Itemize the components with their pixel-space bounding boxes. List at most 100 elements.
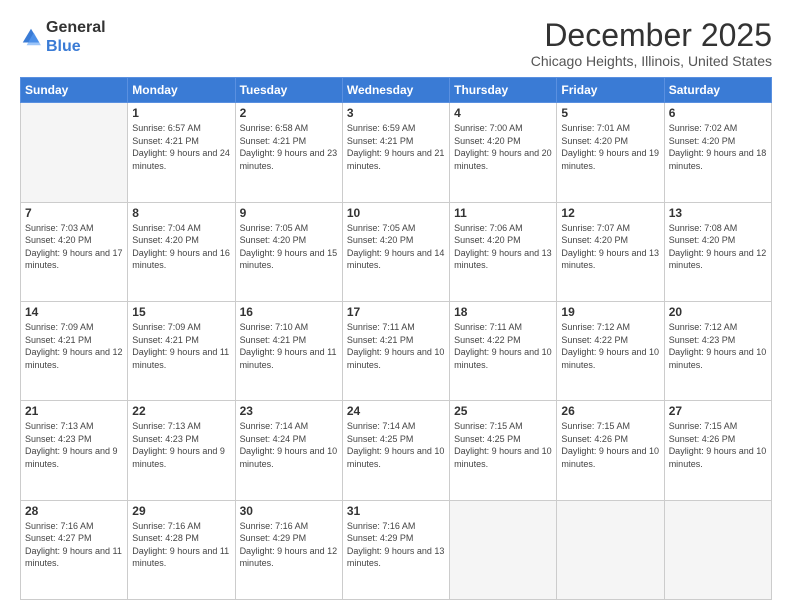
day-number: 4 xyxy=(454,106,552,120)
day-info: Sunrise: 7:14 AMSunset: 4:25 PMDaylight:… xyxy=(347,420,445,470)
daylight-text: Daylight: 9 hours and 17 minutes. xyxy=(25,248,123,271)
calendar-cell: 27Sunrise: 7:15 AMSunset: 4:26 PMDayligh… xyxy=(664,401,771,500)
calendar-cell: 23Sunrise: 7:14 AMSunset: 4:24 PMDayligh… xyxy=(235,401,342,500)
day-info: Sunrise: 7:16 AMSunset: 4:28 PMDaylight:… xyxy=(132,520,230,570)
day-info: Sunrise: 7:08 AM Sunset: 4:20 PM Daylight:… xyxy=(669,222,767,272)
sunset-text: Sunset: 4:20 PM xyxy=(669,235,736,245)
day-number: 1 xyxy=(132,106,230,120)
calendar-cell: 12Sunrise: 7:07 AMSunset: 4:20 PMDayligh… xyxy=(557,202,664,301)
calendar-week-3: 14Sunrise: 7:09 AMSunset: 4:21 PMDayligh… xyxy=(21,301,772,400)
day-number: 21 xyxy=(25,404,123,418)
sunrise-text: Sunrise: 6:57 AM xyxy=(132,123,201,133)
day-info: Sunrise: 7:07 AMSunset: 4:20 PMDaylight:… xyxy=(561,222,659,272)
day-info: Sunrise: 7:15 AMSunset: 4:26 PMDaylight:… xyxy=(561,420,659,470)
day-number: 30 xyxy=(240,504,338,518)
day-info: Sunrise: 6:59 AMSunset: 4:21 PMDaylight:… xyxy=(347,122,445,172)
sunrise-text: Sunrise: 7:11 AM xyxy=(454,322,522,332)
sunrise-text: Sunrise: 7:16 AM xyxy=(132,521,201,531)
day-number: 19 xyxy=(561,305,659,319)
calendar-cell: 13Sunrise: 7:08 AMSunset: 4:20 PMDayligh… xyxy=(664,202,771,301)
sunset-text: Sunset: 4:21 PM xyxy=(240,136,307,146)
daylight-text: Daylight: 9 hours and 12 minutes. xyxy=(240,546,338,569)
calendar-header-saturday: Saturday xyxy=(664,78,771,103)
sunrise-text: Sunrise: 7:04 AM xyxy=(132,223,201,233)
month-title: December 2025 xyxy=(531,18,772,53)
daylight-text: Daylight: 9 hours and 12 minutes. xyxy=(25,347,123,370)
calendar-cell: 16Sunrise: 7:10 AMSunset: 4:21 PMDayligh… xyxy=(235,301,342,400)
day-number: 9 xyxy=(240,206,338,220)
calendar-cell: 17Sunrise: 7:11 AMSunset: 4:21 PMDayligh… xyxy=(342,301,449,400)
calendar-cell: 7Sunrise: 7:03 AMSunset: 4:20 PMDaylight… xyxy=(21,202,128,301)
sunset-text: Sunset: 4:20 PM xyxy=(347,235,414,245)
daylight-text: Daylight: 9 hours and 16 minutes. xyxy=(132,248,230,271)
location: Chicago Heights, Illinois, United States xyxy=(531,53,772,69)
day-info: Sunrise: 7:15 AMSunset: 4:25 PMDaylight:… xyxy=(454,420,552,470)
calendar-header-monday: Monday xyxy=(128,78,235,103)
day-info: Sunrise: 6:57 AMSunset: 4:21 PMDaylight:… xyxy=(132,122,230,172)
calendar-header-sunday: Sunday xyxy=(21,78,128,103)
day-number: 20 xyxy=(669,305,767,319)
calendar-table: SundayMondayTuesdayWednesdayThursdayFrid… xyxy=(20,77,772,600)
day-info: Sunrise: 7:12 AMSunset: 4:22 PMDaylight:… xyxy=(561,321,659,371)
calendar-cell: 15Sunrise: 7:09 AMSunset: 4:21 PMDayligh… xyxy=(128,301,235,400)
calendar-cell xyxy=(450,500,557,599)
calendar-cell: 19 Sunrise: 7:12 AMSunset: 4:22 PMDayligh… xyxy=(557,301,664,400)
sunset-text: Sunset: 4:23 PM xyxy=(132,434,199,444)
sunrise-text: Sunrise: 7:06 AM xyxy=(454,223,523,233)
calendar-cell: 28Sunrise: 7:16 AMSunset: 4:27 PMDayligh… xyxy=(21,500,128,599)
sunset-text: Sunset: 4:21 PM xyxy=(132,136,199,146)
day-number: 25 xyxy=(454,404,552,418)
calendar-header-friday: Friday xyxy=(557,78,664,103)
sunset-text: Sunset: 4:20 PM xyxy=(132,235,199,245)
daylight-text: Daylight: 9 hours and 11 minutes. xyxy=(132,546,229,569)
day-number: 8 xyxy=(132,206,230,220)
sunset-text: Sunset: 4:24 PM xyxy=(240,434,307,444)
sunset-text: Sunset: 4:21 PM xyxy=(347,335,414,345)
calendar-cell: 2Sunrise: 6:58 AMSunset: 4:21 PMDaylight… xyxy=(235,103,342,202)
sunrise-text: Sunrise: 7:12 AM xyxy=(669,322,738,332)
day-info: Sunrise: 7:16 AMSunset: 4:29 PMDaylight:… xyxy=(347,520,445,570)
sunset-text: Sunset: 4:29 PM xyxy=(347,533,414,543)
sunrise-text: Sunrise: 7:14 AM xyxy=(347,421,416,431)
calendar-cell: 20 Sunrise: 7:12 AMSunset: 4:23 PMDayligh… xyxy=(664,301,771,400)
calendar-cell: 25 Sunrise: 7:15 AMSunset: 4:25 PMDayligh… xyxy=(450,401,557,500)
daylight-text: Daylight: 9 hours and 9 minutes. xyxy=(25,446,118,469)
calendar-cell: 8 Sunrise: 7:04 AM Sunset: 4:20 PM Daylight… xyxy=(128,202,235,301)
daylight-text: Daylight: 9 hours and 9 minutes. xyxy=(132,446,225,469)
calendar-cell: 10Sunrise: 7:05 AMSunset: 4:20 PMDayligh… xyxy=(342,202,449,301)
day-number: 11 xyxy=(454,206,552,220)
sunrise-text: Sunrise: 7:00 AM xyxy=(454,123,523,133)
calendar-week-2: 7Sunrise: 7:03 AMSunset: 4:20 PMDaylight… xyxy=(21,202,772,301)
logo-icon xyxy=(20,26,42,48)
sunrise-text: Sunrise: 7:01 AM xyxy=(561,123,630,133)
day-number: 18 xyxy=(454,305,552,319)
daylight-text: Daylight: 9 hours and 10 minutes. xyxy=(347,347,445,370)
calendar-week-4: 21 Sunrise: 7:13 AM Sunset: 4:23 PM Dayligh… xyxy=(21,401,772,500)
sunrise-text: Sunrise: 7:08 AM xyxy=(669,223,738,233)
sunrise-text: Sunrise: 7:13 AM xyxy=(132,421,201,431)
title-block: December 2025 Chicago Heights, Illinois,… xyxy=(531,18,772,69)
day-info: Sunrise: 7:00 AMSunset: 4:20 PMDaylight:… xyxy=(454,122,552,172)
day-number: 2 xyxy=(240,106,338,120)
sunrise-text: Sunrise: 7:02 AM xyxy=(669,123,738,133)
daylight-text: Daylight: 9 hours and 13 minutes. xyxy=(561,248,659,271)
day-info: Sunrise: 7:12 AMSunset: 4:23 PMDaylight:… xyxy=(669,321,767,371)
sunrise-text: Sunrise: 7:15 AM xyxy=(669,421,738,431)
daylight-text: Daylight: 9 hours and 10 minutes. xyxy=(669,446,767,469)
daylight-text: Daylight: 9 hours and 18 minutes. xyxy=(669,148,767,171)
daylight-text: Daylight: 9 hours and 12 minutes. xyxy=(669,248,767,271)
sunset-text: Sunset: 4:27 PM xyxy=(25,533,92,543)
day-number: 23 xyxy=(240,404,338,418)
day-number: 24 xyxy=(347,404,445,418)
sunset-text: Sunset: 4:21 PM xyxy=(132,335,199,345)
day-info: Sunrise: 7:04 AM Sunset: 4:20 PM Daylight:… xyxy=(132,222,230,272)
calendar-cell: 18Sunrise: 7:11 AMSunset: 4:22 PMDayligh… xyxy=(450,301,557,400)
sunset-text: Sunset: 4:26 PM xyxy=(669,434,736,444)
sunrise-text: Sunrise: 7:07 AM xyxy=(561,223,630,233)
sunset-text: Sunset: 4:20 PM xyxy=(669,136,736,146)
day-number: 10 xyxy=(347,206,445,220)
sunset-text: Sunset: 4:26 PM xyxy=(561,434,628,444)
sunrise-text: Sunrise: 7:15 AM xyxy=(561,421,630,431)
sunrise-text: Sunrise: 7:09 AM xyxy=(132,322,201,332)
daylight-text: Daylight: 9 hours and 10 minutes. xyxy=(347,446,445,469)
